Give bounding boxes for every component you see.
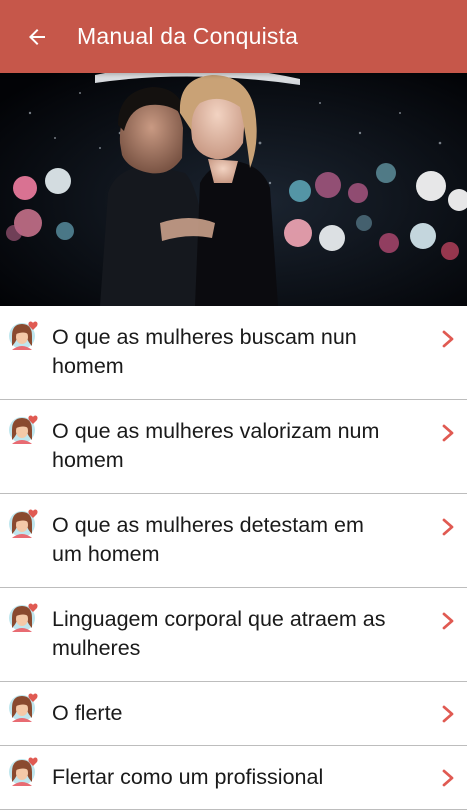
list-item-label: O flerte <box>52 701 123 725</box>
woman-heart-avatar-icon <box>8 756 40 788</box>
topics-list: O que as mulheres buscam nun homem O que… <box>0 306 467 810</box>
list-item-label: Linguagem corporal que atraem as mulhere… <box>52 607 386 660</box>
woman-heart-avatar-icon <box>8 414 40 446</box>
chevron-right-icon <box>441 424 455 442</box>
list-item-label: O que as mulheres buscam nun homem <box>52 325 357 378</box>
list-item[interactable]: O que as mulheres detestam em um homem <box>0 494 467 588</box>
couple-in-rain-photo <box>0 73 467 306</box>
woman-heart-avatar-icon <box>8 692 40 724</box>
list-item-label: Flertar como um profissional <box>52 765 324 789</box>
woman-heart-avatar-icon <box>8 320 40 352</box>
app-bar: Manual da Conquista <box>0 0 467 73</box>
list-item[interactable]: O flerte <box>0 682 467 746</box>
chevron-right-icon <box>441 612 455 630</box>
woman-heart-avatar-icon <box>8 508 40 540</box>
back-button[interactable] <box>19 19 55 55</box>
chevron-right-icon <box>441 769 455 787</box>
woman-heart-avatar-icon <box>8 602 40 634</box>
list-item[interactable]: O que as mulheres buscam nun homem <box>0 306 467 400</box>
chevron-right-icon <box>441 705 455 723</box>
list-item[interactable]: O que as mulheres valorizam num homem <box>0 400 467 494</box>
arrow-back-icon <box>29 28 45 45</box>
page-title: Manual da Conquista <box>77 23 299 49</box>
list-item[interactable]: Linguagem corporal que atraem as mulhere… <box>0 588 467 682</box>
list-item-label: O que as mulheres valorizam num homem <box>52 419 380 472</box>
list-item[interactable]: Flertar como um profissional <box>0 746 467 810</box>
chevron-right-icon <box>441 518 455 536</box>
list-item-label: O que as mulheres detestam em um homem <box>52 513 364 566</box>
chevron-right-icon <box>441 330 455 348</box>
